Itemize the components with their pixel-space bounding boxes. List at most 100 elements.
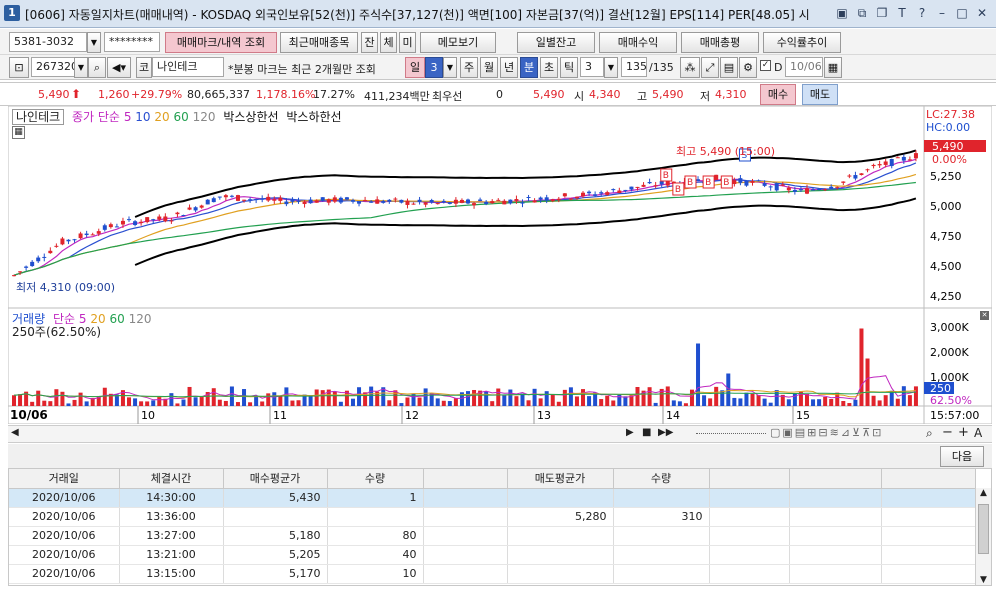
maximize-icon[interactable]: □ [954, 5, 970, 21]
period-second-tab[interactable]: 초 [540, 57, 558, 78]
play-icon[interactable]: ▶ [626, 427, 634, 438]
code-dropdown-icon[interactable]: ▼ [74, 57, 88, 78]
close-icon[interactable]: ✕ [974, 5, 990, 21]
period-minute-tab[interactable]: 분 [520, 57, 538, 78]
daily-balance-button[interactable]: 일별잔고 [517, 32, 595, 53]
tick-dropdown-icon[interactable]: ▼ [604, 57, 618, 78]
trade-summary-button[interactable]: 매매총평 [681, 32, 759, 53]
period-day-tab[interactable]: 일 [405, 57, 425, 78]
cell: 40 [327, 545, 424, 565]
font-icon[interactable]: T [894, 5, 910, 21]
scroll-thumb[interactable] [978, 504, 989, 554]
chart-settings-icon[interactable]: ⊡ [9, 57, 29, 78]
text-size-icon[interactable]: A [974, 426, 982, 440]
executed-button[interactable]: 체 [380, 32, 397, 53]
draw-icon[interactable]: ⤢ [701, 57, 719, 78]
stock-name-field[interactable]: 나인테크 [152, 57, 224, 77]
zoom-slider[interactable] [696, 433, 766, 436]
volume-bar [84, 401, 89, 406]
volume-bar [538, 398, 543, 406]
minimize-icon[interactable]: – [934, 5, 950, 21]
trade-profit-button[interactable]: 매매수익 [599, 32, 677, 53]
grid-toggle-icon[interactable]: ▦ [12, 126, 25, 139]
balance-button[interactable]: 잔 [361, 32, 378, 53]
period-week-tab[interactable]: 주 [460, 57, 478, 78]
password-field[interactable]: ******** [104, 32, 160, 52]
trade-mark-button[interactable]: 매매마크/내역 조회 [165, 32, 277, 53]
candle-body [18, 271, 23, 273]
high-price: 5,490 [652, 88, 684, 101]
volume-bar [720, 390, 725, 406]
table-row[interactable]: 2020/10/06 13:36:00 5,280 310 [9, 507, 976, 527]
help-icon[interactable]: ? [914, 5, 930, 21]
calendar-icon[interactable]: ▦ [824, 57, 842, 78]
account-toolbar: 5381-3032 ▼ ******** 매매마크/내역 조회 최근매매종목 잔… [0, 29, 996, 55]
fast-forward-icon[interactable]: ▶▶ [658, 427, 673, 438]
scroll-up-icon[interactable]: ▲ [976, 488, 991, 498]
title-bar: 1 [0606] 자동일지차트(매매내역) - KOSDAQ 외국인보유[52(… [0, 0, 996, 28]
legend-ma60: 60 [173, 110, 189, 124]
account-select[interactable]: 5381-3032 [9, 32, 87, 52]
chart-area[interactable]: BBBBBS 5,490 0.00% LC:27.38 HC:0.00 5,25… [8, 106, 992, 424]
memo-button[interactable]: 메모보기 [420, 32, 496, 53]
profit-trend-button[interactable]: 수익률추이 [763, 32, 841, 53]
candle-body [145, 217, 150, 223]
trade-marker-label: B [723, 178, 729, 188]
gear-icon[interactable]: ⚙ [739, 57, 757, 78]
account-dropdown-icon[interactable]: ▼ [87, 32, 101, 53]
unfilled-button[interactable]: 미 [399, 32, 416, 53]
candle-body [127, 219, 132, 221]
buy-button[interactable]: 매수 [760, 84, 796, 105]
table-scrollbar[interactable]: ▲ ▼ [975, 488, 991, 585]
volume-bar [702, 395, 707, 406]
stop-icon[interactable]: ■ [642, 427, 651, 438]
recent-trade-button[interactable]: 최근매매종목 [280, 32, 358, 53]
count-field[interactable]: 135 [621, 57, 647, 77]
zoom-out-icon[interactable]: − [942, 425, 953, 440]
sound-icon[interactable]: ◀▾ [107, 57, 131, 78]
cell [789, 488, 882, 508]
legend-band-upper: 박스상한선 [223, 110, 279, 124]
tick-value-field[interactable]: 3 [580, 57, 604, 77]
layout-icon[interactable]: ▣ [834, 5, 850, 21]
table-row[interactable]: 2020/10/06 13:27:00 5,180 80 [9, 526, 976, 546]
date-field[interactable]: 10/06 [785, 57, 823, 77]
legend-stock-name[interactable]: 나인테크 [12, 109, 65, 125]
stock-code-input[interactable]: 267320 [31, 57, 78, 77]
volume-bar [235, 402, 240, 406]
candle-body [756, 180, 761, 182]
volume-bar [502, 394, 507, 406]
period-tick-tab[interactable]: 틱 [560, 57, 578, 78]
period-dropdown-icon[interactable]: ▼ [443, 57, 457, 78]
date-checkbox[interactable]: ✓ [760, 60, 771, 71]
candle-body [895, 157, 900, 159]
candle-body [308, 199, 313, 204]
period-value[interactable]: 3 [425, 57, 443, 78]
save-icon[interactable]: ▤ [720, 57, 738, 78]
price-tick: 5,250 [930, 170, 962, 183]
cell: 2020/10/06 [9, 564, 120, 584]
scroll-down-icon[interactable]: ▼ [976, 575, 991, 585]
period-month-tab[interactable]: 월 [480, 57, 498, 78]
tool-icon[interactable]: ⁂ [680, 57, 700, 78]
table-row[interactable]: 2020/10/06 13:21:00 5,205 40 [9, 545, 976, 565]
cell [423, 507, 508, 527]
search-icon[interactable]: ⌕ [88, 57, 106, 78]
scroll-left-icon[interactable]: ◀ [11, 427, 19, 438]
copy-icon[interactable]: ❐ [874, 5, 890, 21]
table-row[interactable]: 2020/10/06 14:30:00 5,430 1 [9, 488, 976, 508]
candle-body [653, 185, 658, 187]
zoom-in-icon[interactable]: + [958, 425, 969, 440]
link-icon[interactable]: ⧉ [854, 5, 870, 21]
next-button[interactable]: 다음 [940, 446, 984, 467]
chart-svg[interactable]: BBB B BS 5,490 0.00% LC:27.38 HC:0.00 5,25… [8, 106, 992, 424]
view-tools-icon[interactable]: ▢▣▤⊞⊟≋⊿⊻⊼⊡ [770, 426, 883, 439]
volume-pct-tag: 62.50% [930, 394, 972, 407]
zoom-icon[interactable]: ⌕ [926, 426, 933, 441]
close-pane-icon[interactable]: ✕ [980, 311, 989, 320]
candle-body [635, 186, 640, 188]
period-year-tab[interactable]: 년 [500, 57, 518, 78]
sell-button[interactable]: 매도 [802, 84, 838, 105]
candle-body [163, 216, 168, 222]
table-row[interactable]: 2020/10/06 13:15:00 5,170 10 [9, 564, 976, 584]
